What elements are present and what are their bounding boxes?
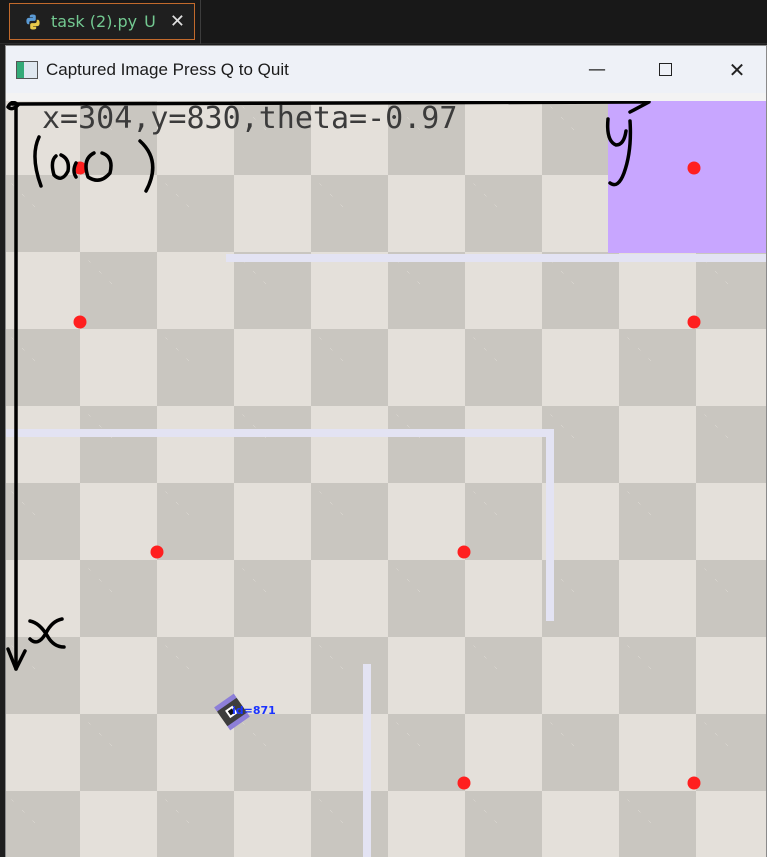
wall-middle-vertical xyxy=(546,429,554,621)
close-window-button[interactable]: ✕ xyxy=(714,46,760,93)
waypoint xyxy=(457,545,471,559)
maximize-button[interactable] xyxy=(642,46,688,93)
pose-readout: x=304,y=830,theta=-0.97 xyxy=(42,101,458,136)
arena-overlay xyxy=(6,101,766,857)
close-tab-icon[interactable]: ✕ xyxy=(170,11,185,32)
tab-task-py[interactable]: task (2).py U ✕ xyxy=(9,3,195,40)
wall-top xyxy=(226,254,766,262)
waypoint xyxy=(73,315,87,329)
waypoint xyxy=(687,315,701,329)
python-file-icon xyxy=(26,14,40,29)
waypoint xyxy=(457,776,471,790)
window-title: Captured Image Press Q to Quit xyxy=(46,59,289,79)
captured-image-window: Captured Image Press Q to Quit — ✕ x=304… xyxy=(5,45,767,857)
waypoint xyxy=(687,161,701,175)
x-label-ink xyxy=(28,617,66,649)
window-titlebar[interactable]: Captured Image Press Q to Quit — ✕ xyxy=(6,46,766,93)
minimize-button[interactable]: — xyxy=(574,46,620,93)
robot-id-label: id=871 xyxy=(232,704,276,717)
app-icon xyxy=(16,60,38,79)
untracked-badge: U xyxy=(144,12,156,31)
waypoint xyxy=(687,776,701,790)
editor-tab-strip: task (2).py U ✕ xyxy=(0,0,767,44)
wall-bottom-vertical xyxy=(363,664,371,857)
origin-label-ink xyxy=(33,135,155,193)
waypoint xyxy=(150,545,164,559)
tab-label: task (2).py xyxy=(51,12,138,31)
tab-divider xyxy=(200,0,201,44)
arena-image: x=304,y=830,theta=-0.97 id=871 xyxy=(6,101,766,857)
wall-middle-horizontal xyxy=(6,429,554,437)
maximize-icon xyxy=(658,63,672,76)
